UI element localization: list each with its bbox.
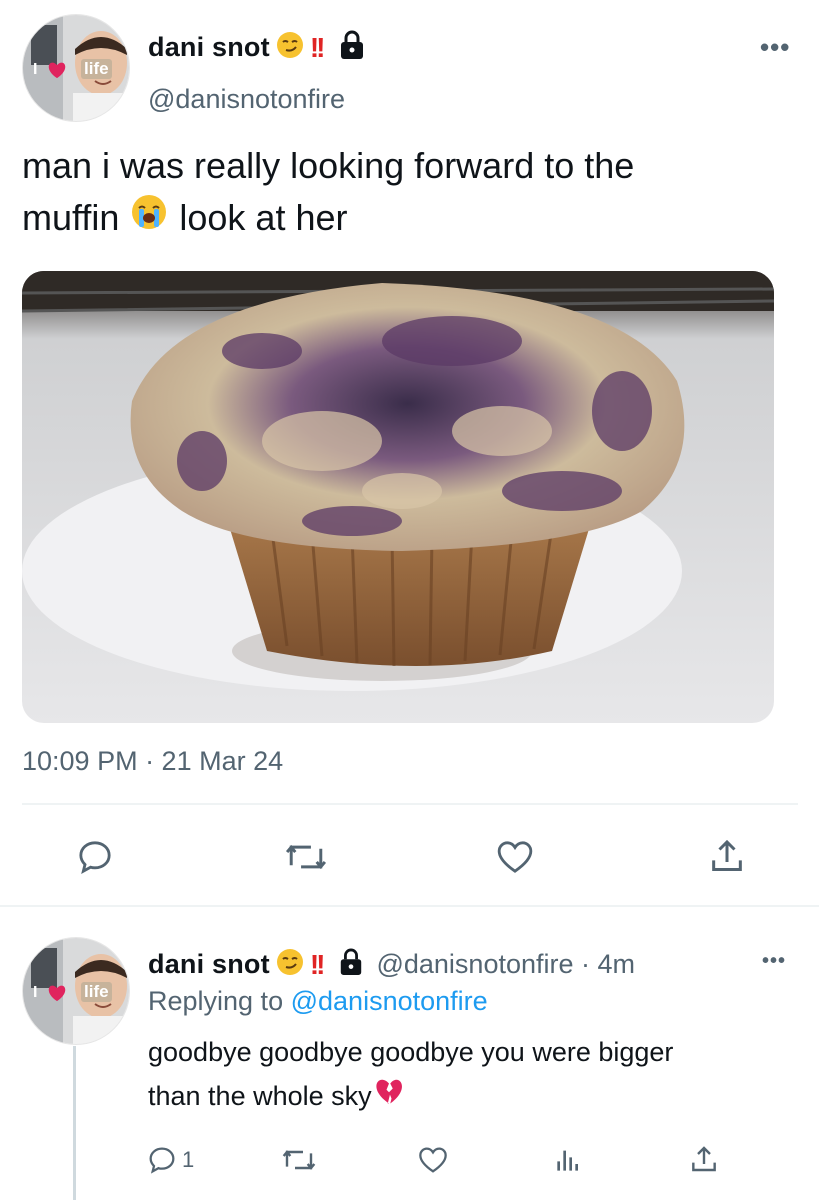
like-button[interactable] <box>416 1142 450 1178</box>
views-button[interactable] <box>552 1142 584 1178</box>
reply-button[interactable]: 1 <box>146 1142 194 1178</box>
lock-icon <box>338 30 366 65</box>
retweet-button[interactable] <box>278 832 334 882</box>
views-icon <box>557 1150 578 1171</box>
smirk-emoji-icon <box>276 948 304 981</box>
avatar-sticker-text: life <box>81 59 112 79</box>
share-button[interactable] <box>688 1142 720 1178</box>
reply-button[interactable] <box>70 832 120 882</box>
avatar-sticker-prefix: I <box>33 984 38 1001</box>
tweet-text: man i was really looking forward to the … <box>22 140 802 244</box>
thread-line <box>73 1046 76 1200</box>
broken-heart-emoji-icon <box>374 1074 404 1118</box>
retweet-button[interactable] <box>280 1142 318 1178</box>
reply-text-line: than the whole sky <box>148 1081 372 1111</box>
tweet-text-word: look at her <box>179 197 348 238</box>
share-button[interactable] <box>702 832 752 882</box>
share-icon <box>712 839 742 871</box>
author-handle[interactable]: @danisnotonfire <box>148 84 345 115</box>
replying-to: Replying to @danisnotonfire <box>148 986 488 1017</box>
reply-text-line: goodbye goodbye goodbye you were bigger <box>148 1037 674 1067</box>
share-icon <box>692 1146 716 1172</box>
avatar-sticker-text: life <box>81 982 112 1002</box>
heart-icon <box>47 61 67 79</box>
lock-icon <box>338 948 364 981</box>
loudly-crying-emoji-icon <box>131 192 167 244</box>
tweet-photo[interactable] <box>22 271 774 723</box>
divider <box>0 905 819 907</box>
reply-icon <box>149 1147 175 1174</box>
like-button[interactable] <box>490 832 540 882</box>
divider <box>22 803 798 805</box>
reply-handle-time[interactable]: @danisnotonfire · 4m <box>376 949 635 980</box>
reply-count: 1 <box>182 1147 195 1172</box>
avatar-sticker-prefix: I <box>33 61 38 78</box>
like-icon <box>419 1147 447 1173</box>
tweet-text-line: man i was really looking forward to the <box>22 145 635 186</box>
avatar[interactable]: I life <box>22 937 130 1045</box>
heart-icon <box>47 984 67 1002</box>
retweet-icon <box>282 1150 316 1170</box>
avatar[interactable]: I life <box>22 14 130 122</box>
smirk-emoji-icon <box>276 31 304 64</box>
more-options-icon[interactable]: ••• <box>762 950 786 973</box>
reply-icon <box>79 841 111 874</box>
more-options-icon[interactable]: ••• <box>760 32 790 63</box>
author-name[interactable]: dani snot <box>148 949 270 980</box>
double-exclamation-badge: !! <box>309 948 326 980</box>
replying-to-label: Replying to <box>148 986 284 1016</box>
tweet-timestamp[interactable]: 10:09 PM · 21 Mar 24 <box>22 746 283 777</box>
double-exclamation-badge: !! <box>309 31 326 63</box>
tweet-text-word: muffin <box>22 197 120 238</box>
replying-to-handle[interactable]: @danisnotonfire <box>291 986 488 1016</box>
reply-author-line: dani snot !! @danisnotonfire · 4m <box>148 948 635 981</box>
like-icon <box>497 841 533 873</box>
author-line: dani snot !! <box>148 30 366 65</box>
retweet-icon <box>285 844 327 870</box>
reply-text: goodbye goodbye goodbye you were bigger … <box>148 1030 808 1118</box>
author-name[interactable]: dani snot <box>148 32 270 63</box>
